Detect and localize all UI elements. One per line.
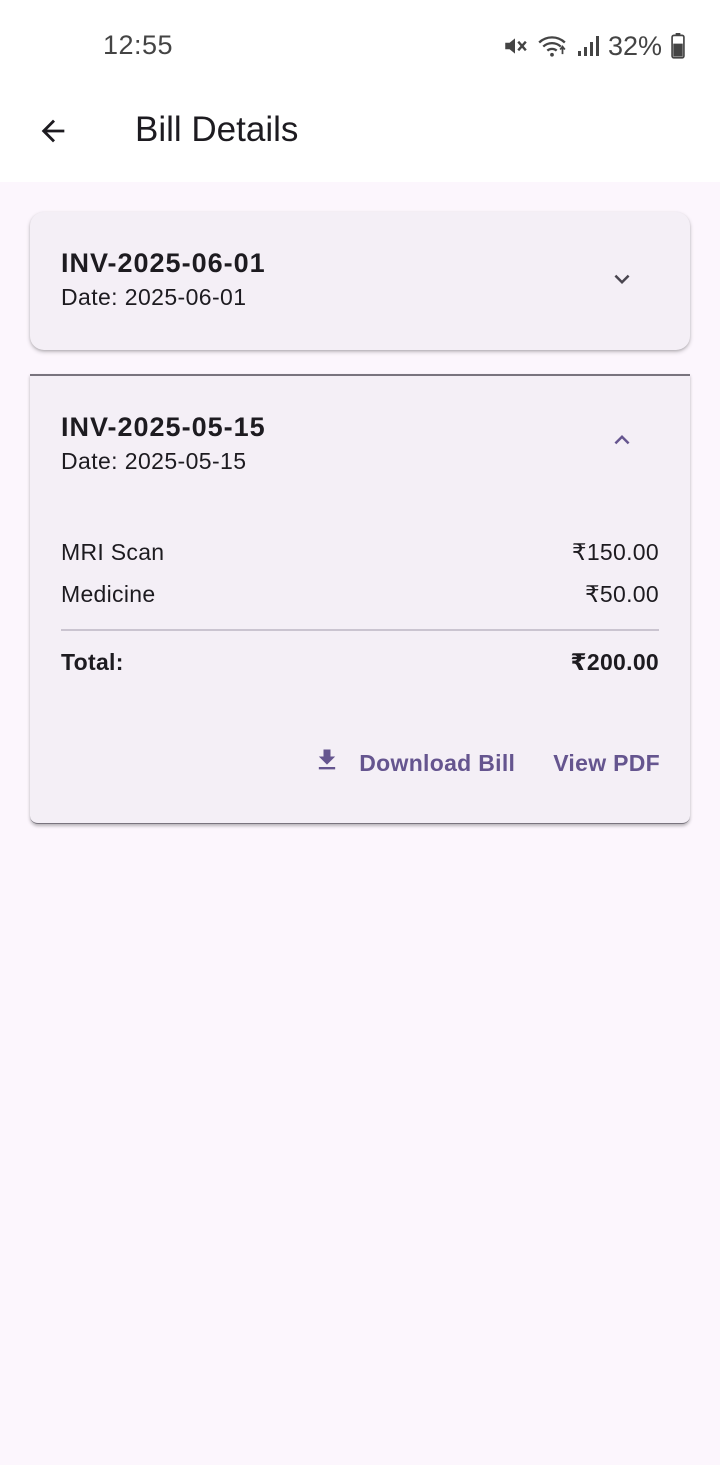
line-item: MRI Scan ₹150.00 — [61, 531, 659, 573]
divider — [61, 629, 659, 631]
chevron-up-icon — [607, 425, 637, 460]
invoice-number: INV-2025-05-15 — [61, 412, 266, 442]
bill-header[interactable]: INV-2025-05-15 Date: 2025-05-15 — [61, 410, 266, 475]
total-amount: ₹200.00 — [570, 649, 659, 675]
wifi-icon — [536, 32, 568, 60]
invoice-date: Date: 2025-05-15 — [61, 448, 247, 474]
bill-card-collapsed[interactable]: INV-2025-06-01 Date: 2025-06-01 — [30, 212, 690, 350]
line-item-name: MRI Scan — [61, 539, 165, 565]
status-icons: 32% — [502, 30, 686, 62]
status-time: 12:55 — [103, 30, 174, 60]
chevron-down-icon — [607, 264, 637, 299]
app-bar: Bill Details — [0, 92, 720, 182]
bill-card-expanded: INV-2025-05-15 Date: 2025-05-15 MRI Scan… — [30, 374, 690, 824]
signal-icon — [576, 33, 600, 59]
invoice-number: INV-2025-06-01 — [61, 248, 266, 278]
page-title: Bill Details — [135, 110, 299, 149]
collapse-button[interactable] — [604, 424, 640, 460]
total-row: Total: ₹200.00 — [61, 649, 659, 676]
arrow-left-icon — [36, 114, 70, 153]
invoice-date: Date: 2025-06-01 — [61, 284, 247, 310]
view-pdf-button[interactable]: View PDF — [553, 750, 660, 777]
bill-actions: Download Bill View PDF — [313, 746, 660, 780]
line-items: MRI Scan ₹150.00 Medicine ₹50.00 Total: … — [61, 531, 659, 676]
line-item: Medicine ₹50.00 — [61, 573, 659, 615]
total-label: Total: — [61, 649, 124, 675]
download-bill-button[interactable]: Download Bill — [313, 746, 515, 780]
download-icon — [313, 746, 341, 780]
line-item-amount: ₹150.00 — [571, 539, 659, 565]
mute-icon — [502, 33, 528, 59]
line-item-name: Medicine — [61, 581, 156, 607]
line-item-amount: ₹50.00 — [585, 581, 659, 607]
battery-icon — [670, 33, 686, 59]
status-bar: 12:55 32% — [0, 0, 720, 92]
view-pdf-label: View PDF — [553, 749, 660, 776]
bill-header: INV-2025-06-01 Date: 2025-06-01 — [61, 246, 266, 311]
download-bill-label: Download Bill — [359, 749, 516, 776]
expand-button[interactable] — [604, 263, 640, 299]
back-button[interactable] — [28, 108, 78, 158]
battery-percent: 32% — [607, 30, 662, 61]
